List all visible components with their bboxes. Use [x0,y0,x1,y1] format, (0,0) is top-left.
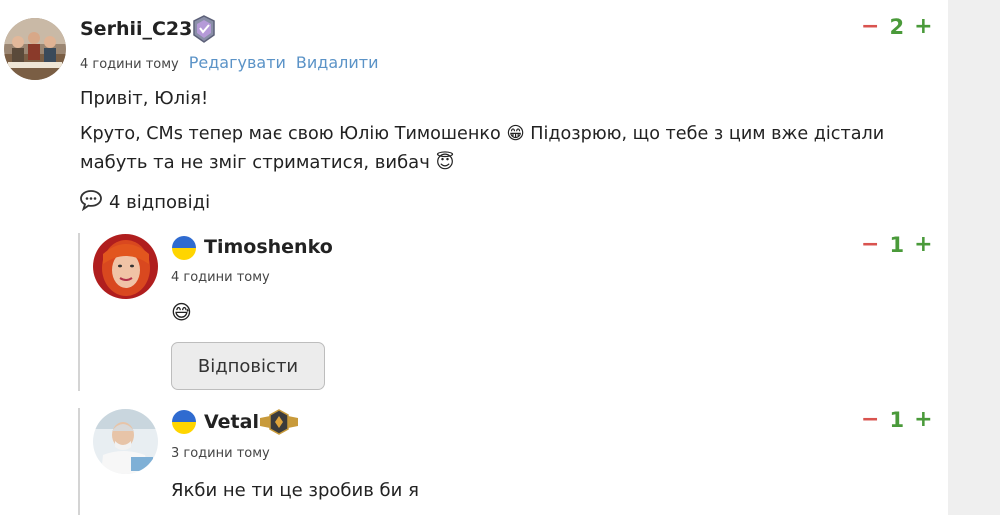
delete-link[interactable]: Видалити [296,53,379,72]
timestamp: 3 години тому [171,446,270,461]
rank-badge-icon [190,15,218,43]
vote-score: 1 [889,407,905,432]
thread-line [78,233,80,391]
ukraine-flag-icon [172,410,196,434]
reply-text: 😅 [171,300,192,324]
avatar[interactable] [93,409,158,474]
thread-line [78,408,80,515]
speech-bubble-icon [79,189,103,216]
reply-author[interactable]: Timoshenko [204,236,333,258]
avatar[interactable] [4,18,66,80]
ukraine-flag-icon [172,236,196,260]
reply-text: Якби не ти це зробив би я [171,480,419,501]
upvote-button[interactable]: + [914,232,932,257]
comment-text-line: мабуть та не зміг стриматися, вибач 😇 [80,152,455,173]
comment-greeting: Привіт, Юлія! [80,88,209,109]
downvote-button[interactable]: − [861,232,879,257]
rank-badge-icon [258,408,300,436]
reply-votes: − 1 + [861,407,933,432]
timestamp: 4 години тому [80,57,179,72]
timestamp: 4 години тому [171,270,270,285]
avatar[interactable] [93,234,158,299]
scrollbar-track[interactable] [948,0,1000,515]
vote-score: 2 [889,14,905,39]
reply-votes: − 1 + [861,232,933,257]
downvote-button[interactable]: − [861,14,879,39]
downvote-button[interactable]: − [861,407,879,432]
comment-votes: − 2 + [861,14,933,39]
replies-toggle[interactable]: 4 відповіді [79,189,210,216]
comment-author[interactable]: Serhii_C23 [80,18,192,40]
replies-count: 4 відповіді [109,192,211,213]
vote-score: 1 [889,232,905,257]
upvote-button[interactable]: + [914,14,932,39]
reply-author[interactable]: Vetal [204,411,259,433]
upvote-button[interactable]: + [914,407,932,432]
reply-button[interactable]: Відповісти [171,342,325,390]
edit-link[interactable]: Редагувати [189,53,286,72]
comment-time: 4 години тому Редагувати Видалити [80,53,379,72]
